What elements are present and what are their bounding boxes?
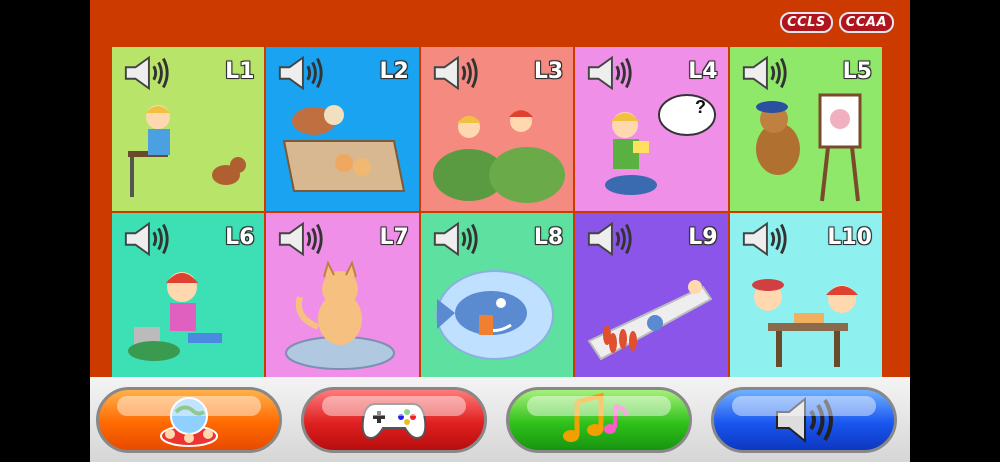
level-tile-l9[interactable]: L9 <box>575 213 728 377</box>
svg-text:?: ? <box>695 97 706 117</box>
speaker-icon[interactable] <box>122 55 172 91</box>
girls-behind-bushes-illustration <box>432 110 565 203</box>
level-tile-l8[interactable]: L8 <box>420 213 574 377</box>
speaker-icon[interactable] <box>740 55 790 91</box>
dog-and-kittens-in-box-illustration <box>283 105 406 192</box>
fish-in-bubble-illustration <box>435 270 554 360</box>
boy-reading-note-illustration: ? <box>605 94 717 195</box>
speaker-icon[interactable] <box>585 221 635 257</box>
level-tile-l3[interactable]: L3 <box>420 47 574 211</box>
level-tile-l1[interactable]: L1 <box>112 47 265 211</box>
bottom-toolbar <box>90 377 910 462</box>
kids-at-table-illustration <box>751 279 858 367</box>
ccaa-badge: CCAA <box>838 12 894 33</box>
level-label: L1 <box>225 59 255 84</box>
level-label: L4 <box>688 59 718 84</box>
level-label: L3 <box>533 59 564 84</box>
level-label: L2 <box>379 59 409 84</box>
speaker-icon[interactable] <box>585 55 635 91</box>
speaker-icon[interactable] <box>431 221 481 257</box>
level-label: L6 <box>225 225 255 250</box>
level-tile-l10[interactable]: L10 <box>729 213 882 377</box>
girl-with-paint-can-illustration <box>128 272 222 361</box>
level-grid: L1 L2 L3 L4? L5 L6 L7 L8 L9 L10 <box>112 47 882 377</box>
level-label: L5 <box>842 59 872 84</box>
level-tile-l2[interactable]: L2 <box>266 47 419 211</box>
level-tile-l4[interactable]: L4? <box>575 47 728 211</box>
boy-at-desk-with-dog-illustration <box>128 105 246 197</box>
kitten-on-cushion-illustration <box>285 260 396 370</box>
level-tile-l7[interactable]: L7 <box>266 213 419 377</box>
music-button[interactable] <box>506 387 692 453</box>
level-label: L7 <box>379 225 409 250</box>
level-label: L8 <box>533 225 564 250</box>
level-label: L9 <box>688 225 718 250</box>
dog-painter-with-easel-illustration <box>755 93 862 202</box>
standards-badges: CCLS CCAA <box>780 12 894 33</box>
speaker-icon[interactable] <box>740 221 790 257</box>
level-tile-l6[interactable]: L6 <box>112 213 265 377</box>
speaker-icon[interactable] <box>276 221 326 257</box>
speaker-icon[interactable] <box>276 55 326 91</box>
bowling-pins-illustration <box>587 280 713 361</box>
speaker-icon[interactable] <box>122 221 172 257</box>
level-tile-l5[interactable]: L5 <box>729 47 882 211</box>
sound-button[interactable] <box>711 387 897 453</box>
ccls-badge: CCLS <box>780 12 833 33</box>
games-button[interactable] <box>301 387 487 453</box>
home-button[interactable] <box>96 387 282 453</box>
level-label: L10 <box>827 225 872 250</box>
speaker-icon[interactable] <box>431 55 481 91</box>
